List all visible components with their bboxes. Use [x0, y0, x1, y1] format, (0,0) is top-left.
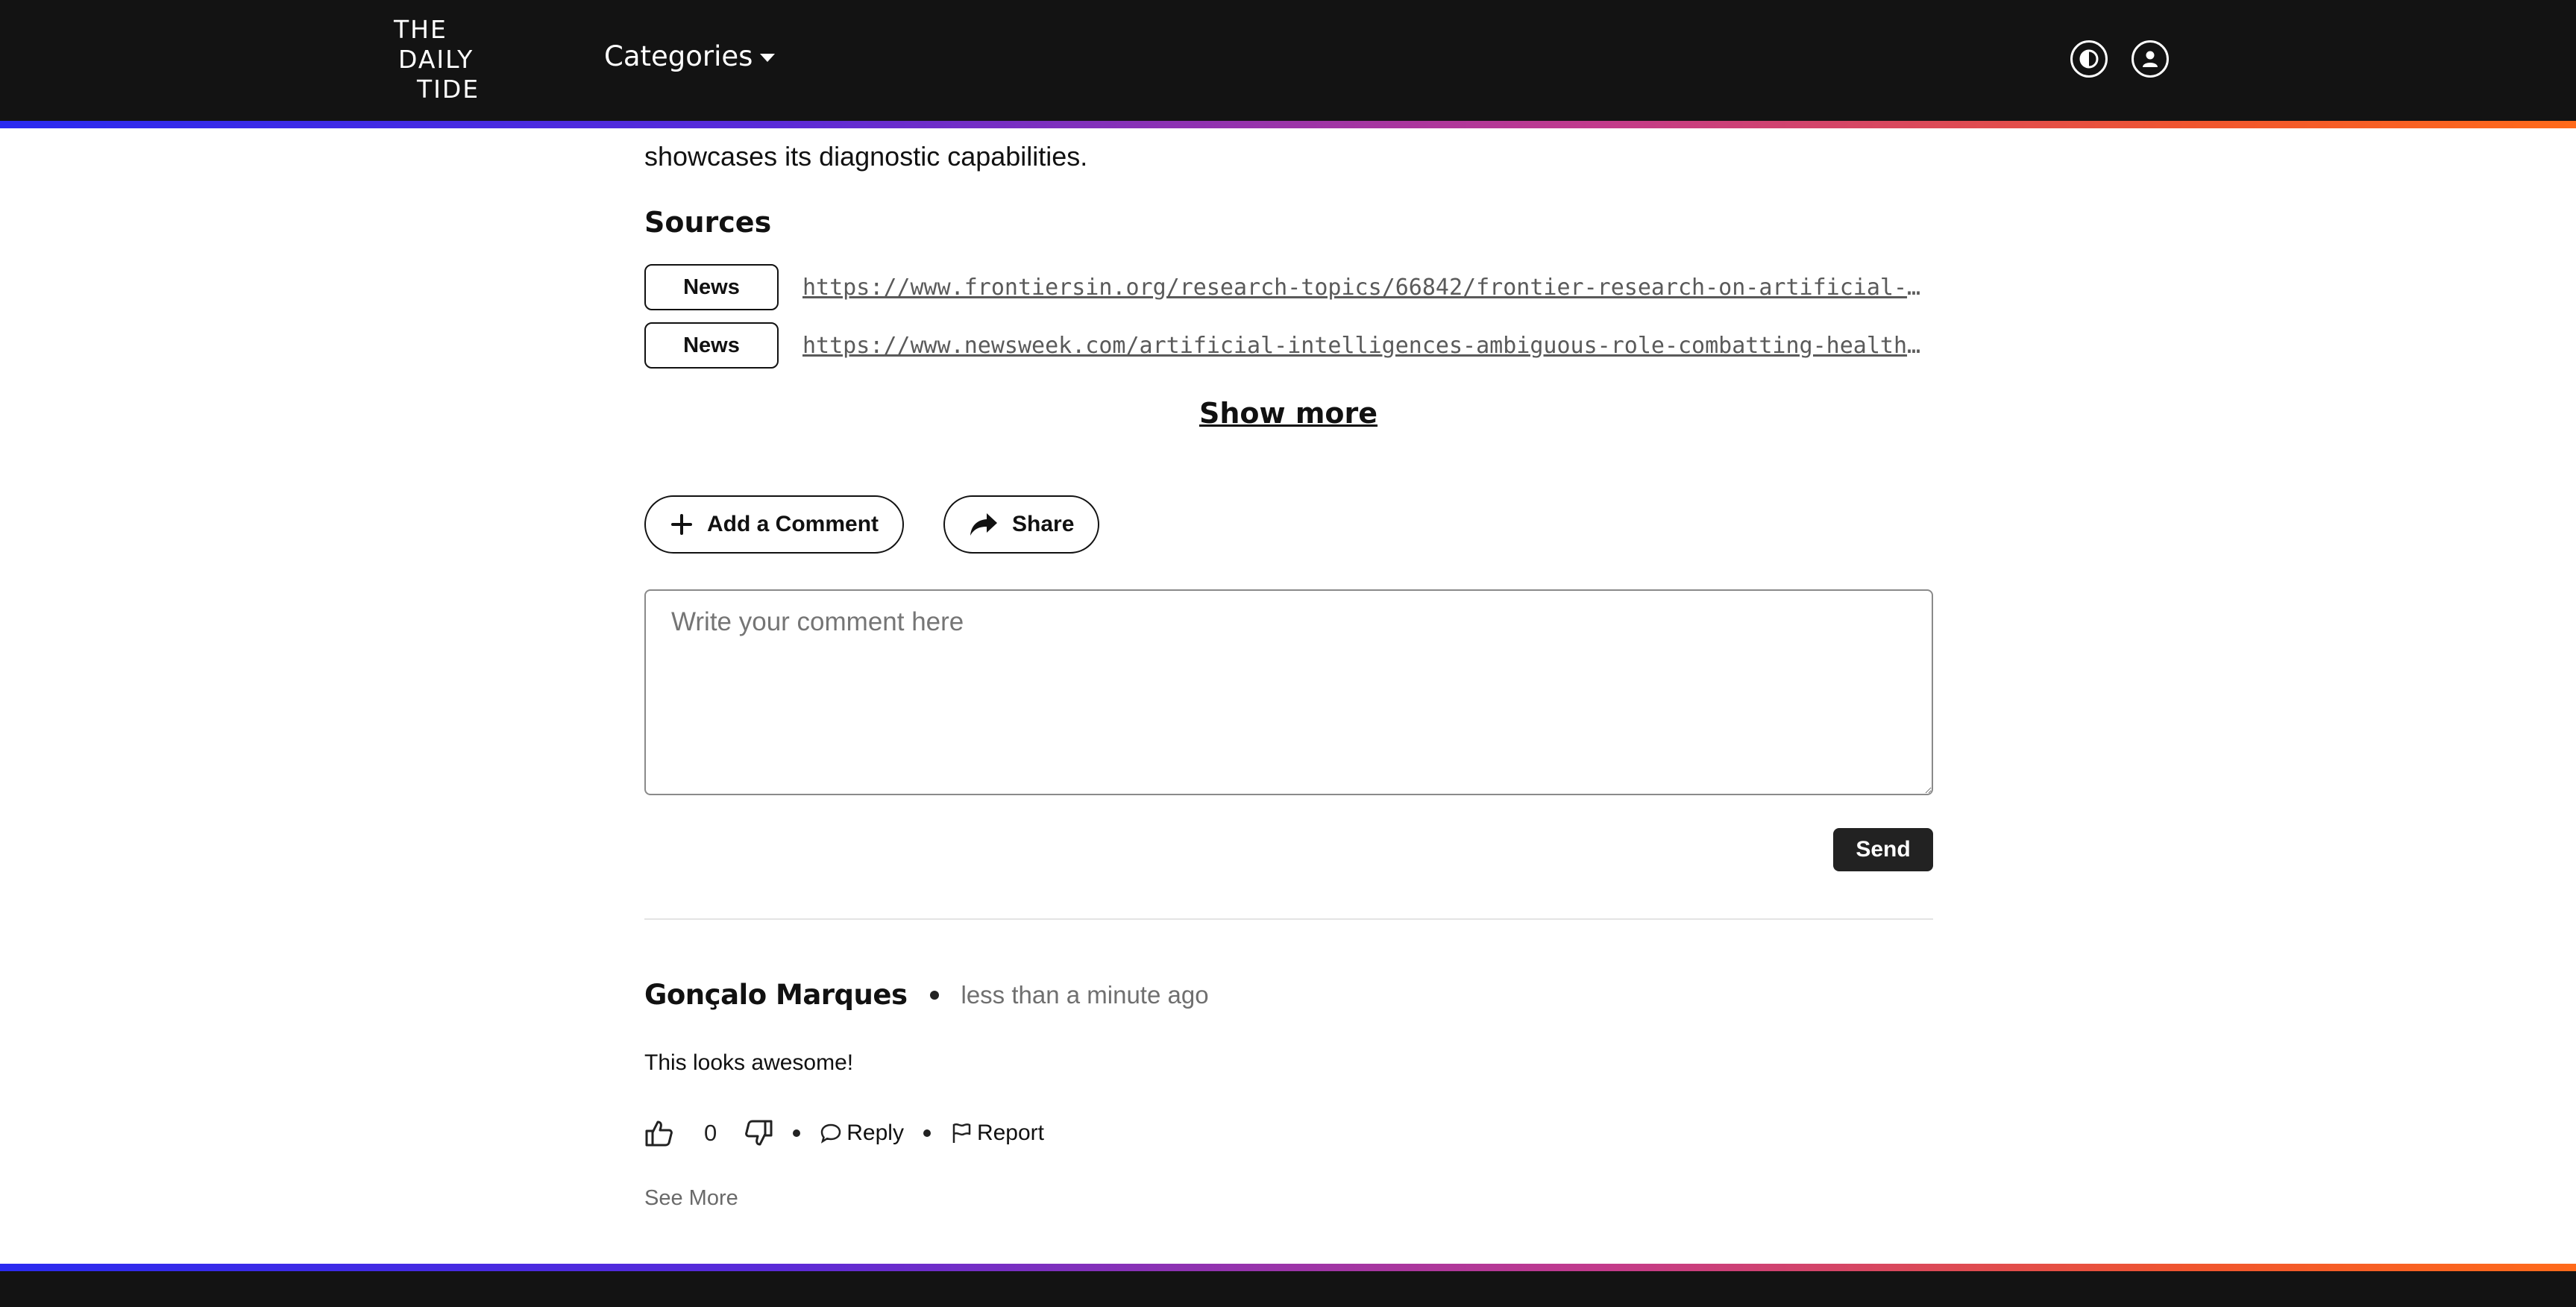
header-gradient-line — [0, 121, 2576, 128]
separator-dot — [929, 990, 939, 1000]
comment-header: Gonçalo Marques less than a minute ago — [644, 979, 1209, 1011]
source-tag: News — [644, 264, 779, 310]
categories-label: Categories — [604, 40, 753, 72]
source-link[interactable]: https://www.newsweek.com/artificial-inte… — [802, 333, 1921, 359]
article-body-text: showcases its diagnostic capabilities. — [644, 141, 1088, 172]
report-button[interactable]: Report — [950, 1120, 1044, 1146]
footer-gradient-line — [0, 1264, 2576, 1271]
show-more-sources-button[interactable]: Show more — [1149, 397, 1428, 430]
see-more-comments-link[interactable]: See More — [644, 1186, 738, 1211]
speech-bubble-icon — [820, 1123, 841, 1144]
sources-heading: Sources — [644, 206, 772, 239]
vote-count: 0 — [704, 1120, 717, 1146]
logo-line-1: THE — [394, 15, 447, 44]
source-item: News https://www.newsweek.com/artificial… — [644, 322, 1933, 369]
reply-label: Reply — [846, 1120, 904, 1145]
comments-divider — [644, 918, 1933, 920]
footer-bar — [0, 1264, 2576, 1307]
theme-toggle-button[interactable] — [2070, 40, 2108, 78]
add-comment-button[interactable]: Add a Comment — [644, 495, 905, 554]
logo-line-3: TIDE — [417, 75, 480, 104]
comment-textarea[interactable] — [644, 589, 1933, 795]
share-label: Share — [1012, 512, 1075, 536]
separator-dot — [793, 1129, 801, 1137]
comment-timestamp: less than a minute ago — [961, 980, 1209, 1009]
thumbs-up-icon[interactable] — [644, 1118, 674, 1148]
logo-line-2: DAILY — [398, 45, 474, 74]
thumbs-down-icon[interactable] — [744, 1118, 773, 1148]
contrast-icon — [2079, 49, 2099, 69]
user-icon — [2143, 51, 2158, 67]
caret-down-icon — [760, 54, 776, 62]
flag-icon — [952, 1123, 971, 1143]
send-button[interactable]: Send — [1833, 828, 1933, 871]
share-button[interactable]: Share — [943, 495, 1100, 554]
reply-button[interactable]: Reply — [820, 1120, 904, 1146]
site-logo[interactable]: THE DAILY TIDE — [392, 15, 497, 104]
report-label: Report — [976, 1120, 1044, 1145]
source-link[interactable]: https://www.frontiersin.org/research-top… — [802, 275, 1921, 301]
account-button[interactable] — [2132, 40, 2169, 78]
comment-body: This looks awesome! — [644, 1050, 854, 1075]
categories-dropdown[interactable]: Categories — [604, 40, 776, 72]
share-arrow-icon — [970, 513, 997, 536]
top-navigation-bar: THE DAILY TIDE Categories — [0, 0, 2576, 128]
separator-dot — [923, 1129, 931, 1137]
comment-author[interactable]: Gonçalo Marques — [644, 979, 908, 1011]
add-comment-label: Add a Comment — [707, 512, 879, 536]
comment-actions: 0 Reply Report — [644, 1115, 1044, 1152]
source-tag: News — [644, 322, 779, 369]
plus-icon — [671, 514, 692, 535]
source-item: News https://www.frontiersin.org/researc… — [644, 264, 1933, 310]
